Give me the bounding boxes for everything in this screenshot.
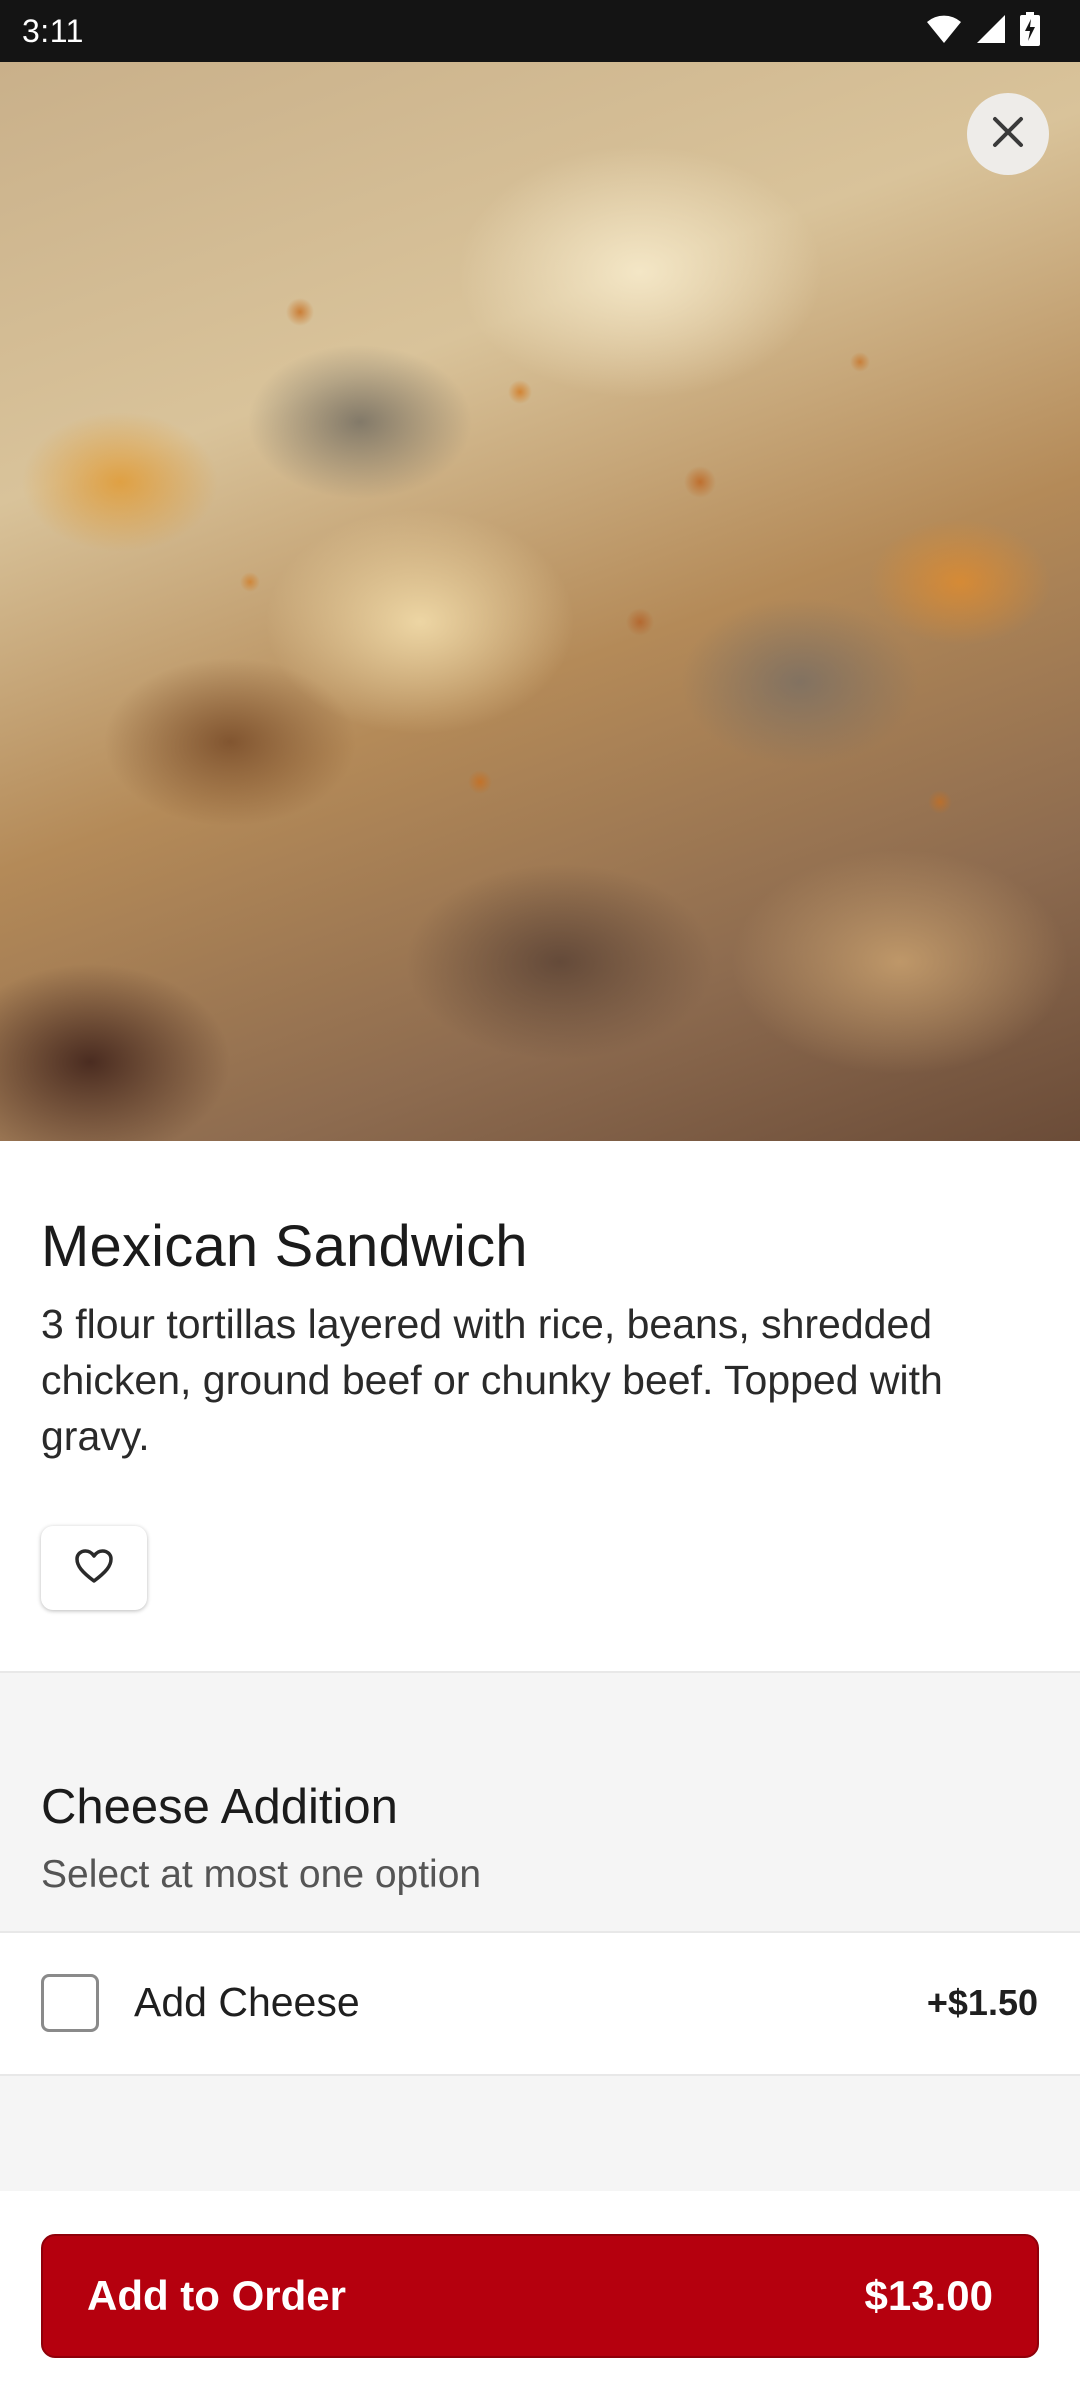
add-to-order-label: Add to Order (87, 2272, 346, 2319)
option-label: Add Cheese (134, 1979, 360, 2025)
item-info: Mexican Sandwich 3 flour tortillas layer… (0, 1141, 1080, 1673)
add-to-order-button[interactable]: Add to Order $13.00 (41, 2234, 1039, 2358)
status-time: 3:11 (22, 12, 84, 49)
heart-outline-icon (74, 1548, 114, 1589)
option-group-subtitle: Select at most one option (41, 1853, 482, 1896)
status-bar: 3:11 (0, 0, 1080, 62)
wifi-icon (926, 14, 962, 49)
add-cheese-checkbox[interactable] (41, 1974, 99, 2032)
item-title: Mexican Sandwich (41, 1214, 528, 1279)
option-row-add-cheese[interactable]: Add Cheese +$1.50 (0, 1931, 1080, 2076)
option-group-header: Cheese Addition Select at most one optio… (0, 1673, 1080, 1931)
item-photo-texture (0, 62, 1080, 1141)
item-description: 3 flour tortillas layered with rice, bea… (41, 1301, 943, 1459)
status-icons (926, 11, 1040, 51)
options-spacer (0, 2076, 1080, 2191)
battery-charging-icon (1020, 11, 1040, 51)
order-total: $13.00 (864, 2272, 993, 2319)
close-icon (991, 115, 1025, 154)
favorite-button[interactable] (41, 1526, 147, 1610)
signal-icon (976, 14, 1006, 49)
option-group-title: Cheese Addition (41, 1780, 398, 1834)
option-price: +$1.50 (926, 1982, 1038, 2023)
close-button[interactable] (967, 93, 1049, 175)
bottom-action-bar: Add to Order $13.00 (0, 2191, 1080, 2400)
item-photo (0, 62, 1080, 1141)
